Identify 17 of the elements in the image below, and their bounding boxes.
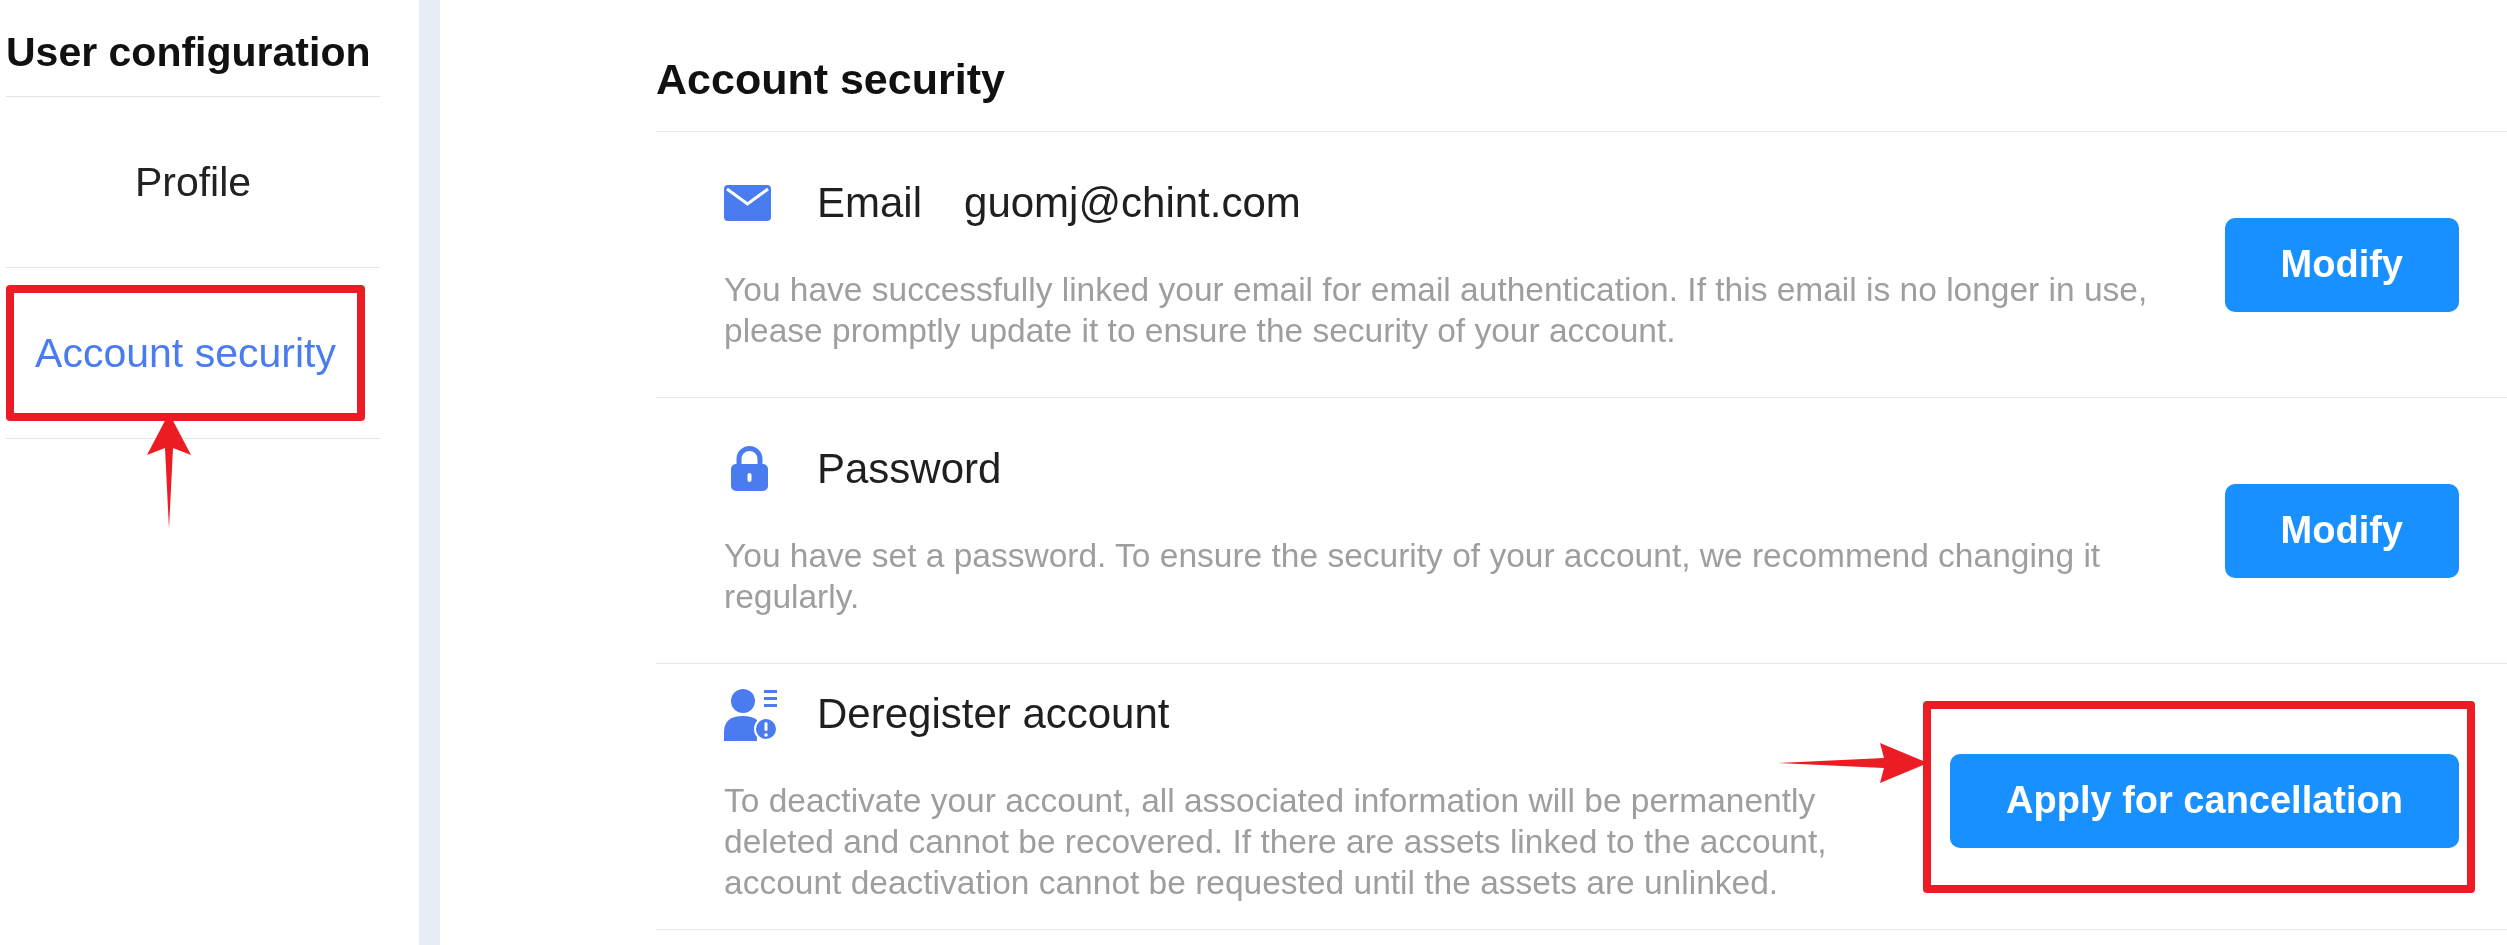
row-title: Email	[817, 178, 923, 227]
user-alert-icon	[724, 687, 779, 741]
row-title: Deregister account	[817, 690, 1170, 738]
description-text: You have successfully linked your email for email authentication. If this email is no longer in use, please promptly update it to ensure the security of your account.	[724, 269, 2149, 351]
sidebar-title: User configuration	[6, 28, 372, 76]
row-title: Password	[817, 444, 1002, 493]
lock-icon	[730, 446, 769, 491]
section-title: Account security	[656, 56, 1005, 102]
action-button[interactable]: Modify	[2224, 483, 2459, 578]
action-button[interactable]: Apply for cancellation	[1950, 753, 2459, 848]
description-text: You have set a password. To ensure the security of your account, we recommend changing it regularly.	[724, 535, 2102, 617]
description-text: To deactivate your account, all associated information will be permanently deleted and cannot be recovered. If there are assets linked to the account, account deactivation cannot be requested until the assets are unlinked.	[724, 781, 1828, 903]
sidebar-item[interactable]: Profile	[134, 158, 252, 206]
action-button[interactable]: Modify	[2224, 217, 2459, 312]
email-address: guomj@chint.com	[964, 178, 1301, 227]
sidebar-item[interactable]: Account security	[35, 329, 336, 377]
envelope-icon	[724, 184, 771, 221]
